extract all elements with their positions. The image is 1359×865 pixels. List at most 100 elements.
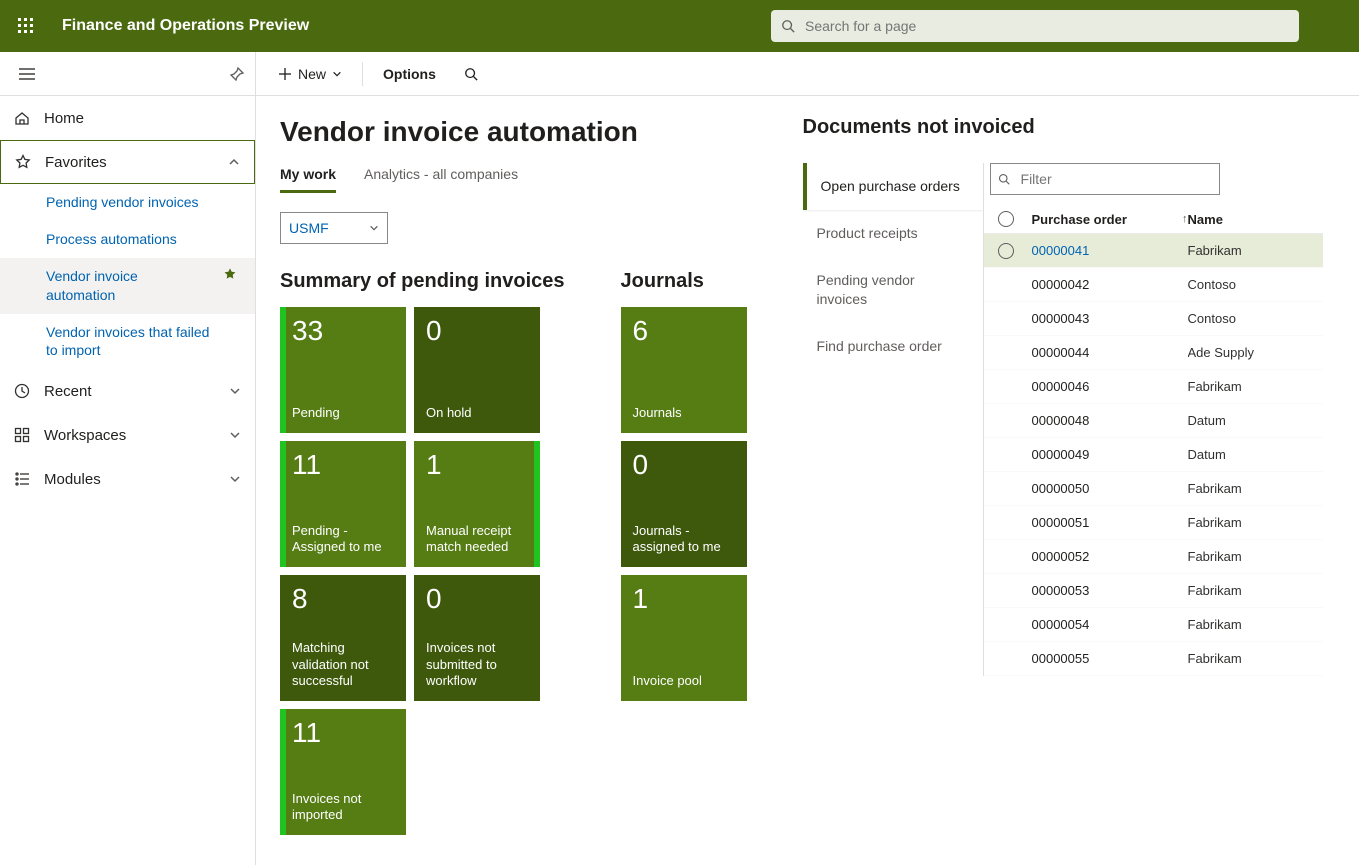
nav-recent[interactable]: Recent <box>0 369 255 413</box>
cell-name: Fabrikam <box>1188 243 1323 258</box>
tile-summary-5[interactable]: 0Invoices not submitted to workflow <box>414 575 540 701</box>
section-title-summary: Summary of pending invoices <box>280 270 565 293</box>
clock-icon <box>14 383 30 399</box>
chevron-down-icon <box>229 429 241 441</box>
table-row[interactable]: 00000055Fabrikam <box>984 642 1323 676</box>
star-filled-icon <box>223 267 237 281</box>
tile-label: Journals - assigned to me <box>633 523 735 556</box>
fav-item-failed-import[interactable]: Vendor invoices that failed to import <box>0 314 255 370</box>
tile-count: 1 <box>426 451 528 479</box>
table-row[interactable]: 00000049Datum <box>984 438 1323 472</box>
company-select-value: USMF <box>289 220 329 236</box>
home-icon <box>14 110 30 126</box>
nav-modules[interactable]: Modules <box>0 457 255 501</box>
search-icon <box>781 19 795 33</box>
waffle-icon[interactable] <box>0 0 52 52</box>
search-icon <box>464 67 478 81</box>
cell-purchase-order: 00000050 <box>1028 481 1188 496</box>
nav-workspaces[interactable]: Workspaces <box>0 413 255 457</box>
tile-summary-4[interactable]: 8Matching validation not successful <box>280 575 406 701</box>
page-tabs: My work Analytics - all companies <box>280 166 755 194</box>
tile-label: On hold <box>426 405 528 421</box>
tile-journal-1[interactable]: 0Journals - assigned to me <box>621 441 747 567</box>
table-row[interactable]: 00000044Ade Supply <box>984 336 1323 370</box>
app-title: Finance and Operations Preview <box>52 17 309 35</box>
search-input[interactable] <box>771 10 1299 42</box>
tile-count: 11 <box>292 451 394 479</box>
doc-tab-find-po[interactable]: Find purchase order <box>803 323 983 370</box>
cell-name: Fabrikam <box>1188 617 1323 632</box>
table-row[interactable]: 00000048Datum <box>984 404 1323 438</box>
pin-icon[interactable] <box>229 66 245 82</box>
tab-analytics[interactable]: Analytics - all companies <box>364 166 518 193</box>
select-all[interactable] <box>984 211 1028 227</box>
nav-favorites-label: Favorites <box>45 154 214 171</box>
tile-summary-1[interactable]: 0On hold <box>414 307 540 433</box>
table-row[interactable]: 00000042Contoso <box>984 268 1323 302</box>
cell-purchase-order: 00000051 <box>1028 515 1188 530</box>
modules-icon <box>14 471 30 487</box>
summary-tiles: 33Pending0On hold 11 Pending - Assigned to… <box>280 307 556 835</box>
cell-name: Fabrikam <box>1188 379 1323 394</box>
tile-journal-2[interactable]: 1Invoice pool <box>621 575 747 701</box>
left-nav: Home Favorites Pending vendor invoices P… <box>0 52 256 865</box>
tile-summary-6[interactable]: 11Invoices not imported <box>280 709 406 835</box>
table-row[interactable]: 00000043Contoso <box>984 302 1323 336</box>
table-row[interactable]: 00000051Fabrikam <box>984 506 1323 540</box>
tile-label: Matching validation not successful <box>292 640 394 689</box>
star-icon <box>15 154 31 170</box>
new-button-label: New <box>298 66 326 82</box>
nav-home[interactable]: Home <box>0 96 255 140</box>
filter-input[interactable] <box>990 163 1220 195</box>
table-row[interactable]: 00000041Fabrikam <box>984 234 1323 268</box>
tile-summary-0[interactable]: 33Pending <box>280 307 406 433</box>
fav-item-vendor-invoice-automation[interactable]: Vendor invoice automation <box>0 258 255 314</box>
chevron-up-icon <box>228 156 240 168</box>
doc-tab-open-po[interactable]: Open purchase orders <box>803 163 983 210</box>
separator <box>362 62 363 86</box>
cell-name: Fabrikam <box>1188 549 1323 564</box>
cell-name: Fabrikam <box>1188 583 1323 598</box>
nav-favorites[interactable]: Favorites <box>0 140 255 184</box>
cell-purchase-order: 00000042 <box>1028 277 1188 292</box>
search-action[interactable] <box>452 52 490 95</box>
nav-home-label: Home <box>44 110 241 127</box>
fav-item-label: Vendor invoice automation <box>46 267 186 305</box>
options-button[interactable]: Options <box>371 52 448 95</box>
table-row[interactable]: 00000050Fabrikam <box>984 472 1323 506</box>
cell-purchase-order: 00000055 <box>1028 651 1188 666</box>
table-row[interactable]: 00000054Fabrikam <box>984 608 1323 642</box>
chevron-down-icon <box>229 473 241 485</box>
tile-label: Invoice pool <box>633 673 735 689</box>
tile-label: Manual receipt match needed <box>426 523 528 556</box>
table-row[interactable]: 00000053Fabrikam <box>984 574 1323 608</box>
fav-item-pending-invoices[interactable]: Pending vendor invoices <box>0 184 255 221</box>
hamburger-icon[interactable] <box>18 65 36 83</box>
cell-name: Contoso <box>1188 311 1323 326</box>
tile-label: Pending <box>292 405 394 421</box>
fav-item-process-automations[interactable]: Process automations <box>0 221 255 258</box>
cell-name: Datum <box>1188 413 1323 428</box>
tile-label: Journals <box>633 405 735 421</box>
options-button-label: Options <box>383 66 436 82</box>
company-select[interactable]: USMF <box>280 212 388 244</box>
tile-summary-3[interactable]: 1 Manual receipt match needed <box>414 441 540 567</box>
tab-my-work[interactable]: My work <box>280 166 336 193</box>
table-row[interactable]: 00000052Fabrikam <box>984 540 1323 574</box>
tile-count: 6 <box>633 317 735 345</box>
nav-recent-label: Recent <box>44 383 215 400</box>
row-select[interactable] <box>984 243 1028 259</box>
table-row[interactable]: 00000046Fabrikam <box>984 370 1323 404</box>
tile-summary-2[interactable]: 11 Pending - Assigned to me <box>280 441 406 567</box>
tile-label: Pending - Assigned to me <box>292 523 394 556</box>
chevron-down-icon <box>229 385 241 397</box>
cell-name: Fabrikam <box>1188 515 1323 530</box>
doc-tab-product-receipts[interactable]: Product receipts <box>803 210 983 257</box>
header-purchase-order[interactable]: Purchase order ↑ <box>1028 212 1188 227</box>
header-name[interactable]: Name <box>1188 212 1323 227</box>
tile-journal-0[interactable]: 6 Journals <box>621 307 747 433</box>
doc-tab-pending-invoices[interactable]: Pending vendor invoices <box>803 257 983 323</box>
new-button[interactable]: New <box>266 52 354 95</box>
nav-modules-label: Modules <box>44 471 215 488</box>
search-icon <box>998 173 1010 185</box>
